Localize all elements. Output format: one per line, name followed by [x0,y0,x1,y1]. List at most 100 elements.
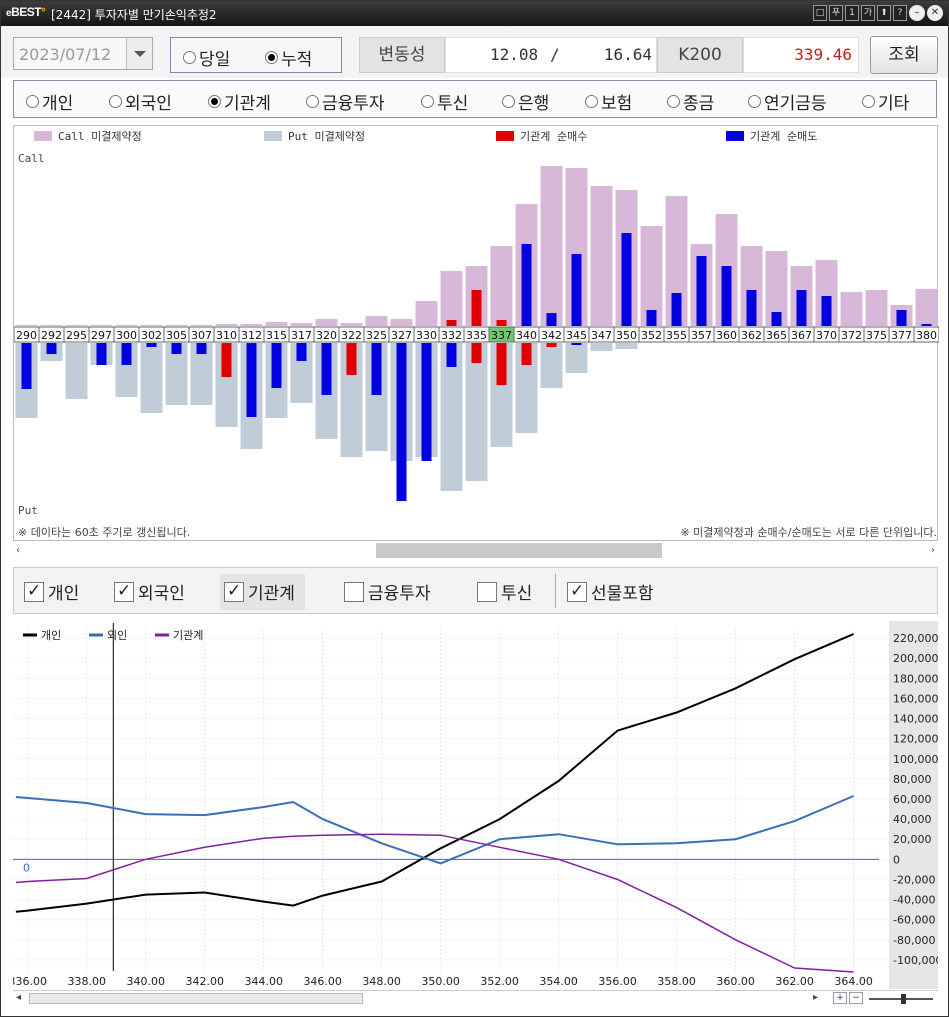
legend-label: 개인 [41,629,61,642]
call-oi-bar [915,289,938,326]
query-button[interactable]: 조회 [870,36,938,74]
put-net-buy-bar [221,343,232,377]
index-label: K200 [657,37,743,73]
x-tick-label: 340.00 [126,975,165,988]
strike-label: 335 [466,329,487,342]
scroll-right-icon[interactable]: › [931,545,935,556]
x-tick-label: 346.00 [303,975,342,988]
index-value: 339.46 [743,37,859,73]
radio-icon [421,95,434,108]
call-oi-bar [415,301,438,326]
font-button[interactable]: 가 [861,5,875,21]
filter-financial[interactable]: 금융투자 [344,579,431,604]
x-tick-label: 364.00 [834,975,873,988]
y-tick-label: -100,000 [893,954,938,967]
zoom-slider-handle[interactable] [901,994,906,1004]
put-net-sell-bar [446,343,457,367]
call-oi-bar [590,186,613,326]
chart-horizontal-scrollbar[interactable]: ‹ › [13,543,938,558]
checkbox-checked-icon [114,581,134,602]
call-oi-bar [65,325,88,326]
put-net-sell-bar [421,343,432,461]
call-net-sell-bar [821,296,832,326]
y-tick-label: 140,000 [893,713,938,726]
x-tick-label: 360.00 [716,975,755,988]
y-tick-label: 20,000 [893,833,932,846]
mode-cumulative[interactable]: 누적 [265,45,312,70]
help-button[interactable]: ? [893,5,907,21]
investor-other[interactable]: 기타 [862,89,909,114]
strike-label: 302 [141,329,162,342]
call-oi-bar [365,316,388,326]
chevron-down-icon[interactable] [126,38,152,69]
filter-include-futures[interactable]: 선물포함 [567,579,654,604]
x-tick-label: 338.00 [67,975,106,988]
scroll-thumb[interactable] [29,993,363,1004]
scroll-right-icon[interactable]: ▸ [813,992,818,1003]
call-oi-bar [240,324,263,326]
investor-insurance[interactable]: 보험 [585,89,632,114]
bottom-scrollbar[interactable]: ◂ ▸ + − [13,990,938,1005]
screen1-button[interactable]: 1 [845,5,859,21]
investor-foreign[interactable]: 외국인 [109,89,172,114]
strike-label: 315 [266,329,287,342]
zoom-in-icon[interactable]: + [833,992,847,1004]
pin-button[interactable]: 푸 [829,5,843,21]
call-oi-bar [490,246,513,326]
put-net-sell-bar [21,343,32,389]
legend-swatch [34,131,52,141]
checkbox-checked-icon [24,581,44,602]
call-oi-bar [840,292,863,326]
app-logo: eBEST° [6,5,46,19]
strike-label: 307 [191,329,212,342]
put-oi-bar [140,343,163,413]
restore-button[interactable]: □ [813,5,827,21]
mode-today[interactable]: 당일 [183,45,230,70]
call-oi-bar [190,325,213,326]
strike-label: 322 [341,329,362,342]
radio-selected-icon [208,95,221,108]
filter-trust[interactable]: 투신 [477,579,532,604]
investor-trust[interactable]: 투신 [421,89,468,114]
put-oi-bar [65,343,88,399]
y-tick-label: 180,000 [893,672,938,685]
investor-bank[interactable]: 은행 [502,89,549,114]
scroll-left-icon[interactable]: ‹ [16,545,20,556]
put-net-sell-bar [571,343,582,345]
scroll-left-icon[interactable]: ◂ [16,992,21,1003]
investor-pension[interactable]: 연기금등 [748,89,827,114]
filter-foreign[interactable]: 외국인 [114,579,185,604]
call-net-sell-bar [671,293,682,326]
checkbox-icon [344,581,364,602]
date-value: 2023/07/12 [19,45,112,64]
scroll-thumb[interactable] [376,543,662,558]
minimize-icon[interactable]: – [909,5,925,21]
filter-institution[interactable]: 기관계 [220,574,305,610]
investor-financial[interactable]: 금융투자 [306,89,385,114]
radio-icon [306,95,319,108]
x-tick-label: 362.00 [775,975,814,988]
strike-label: 327 [391,329,412,342]
radio-icon [862,95,875,108]
open-interest-svg: Call 미결제약정 Put 미결제약정 기관계 순매수 기관계 순매도 Call Put… [13,129,940,539]
date-select[interactable]: 2023/07/12 [13,37,153,70]
zoom-out-icon[interactable]: − [849,992,863,1004]
radio-icon [502,95,515,108]
investor-merchant-bank[interactable]: 종금 [667,89,714,114]
close-icon[interactable]: ✕ [927,5,943,21]
call-net-sell-bar [521,244,532,326]
put-oi-bar [540,343,563,388]
up-button[interactable]: ⬆ [877,5,891,21]
investor-institution[interactable]: 기관계 [208,89,271,114]
investor-individual[interactable]: 개인 [26,89,73,114]
put-net-sell-bar [196,343,207,354]
pnl-line-svg: 336.00 338.00 340.00 342.00 344.00 346.00 348.… [8,621,942,989]
put-net-sell-bar [271,343,282,388]
radio-icon [109,95,122,108]
strike-label: 347 [591,329,612,342]
put-oi-bar [615,343,638,349]
strike-label: 330 [416,329,437,342]
filter-individual[interactable]: 개인 [24,579,79,604]
y-tick-label: 120,000 [893,733,938,746]
volatility-value: 12.08 / 16.64 [445,37,657,73]
